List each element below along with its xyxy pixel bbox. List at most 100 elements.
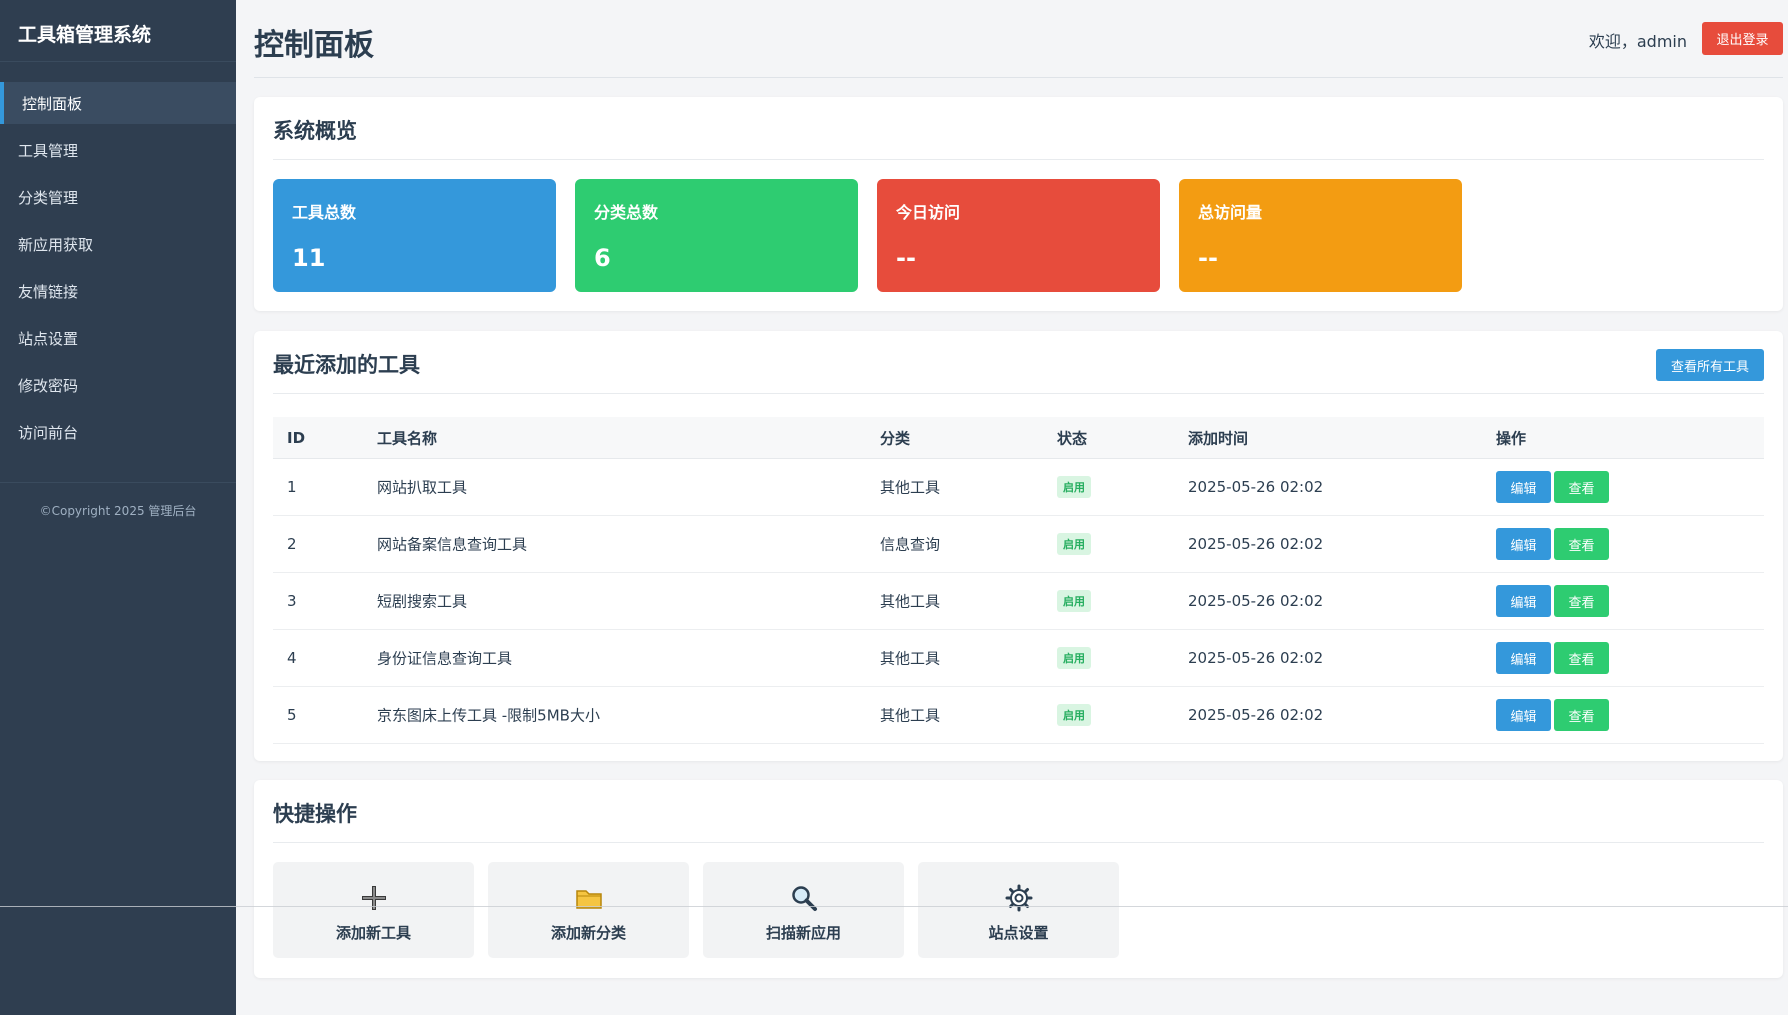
cell-category: 其他工具	[880, 649, 941, 668]
view-button[interactable]: 查看	[1554, 642, 1609, 674]
column-header-time: 添加时间	[1188, 429, 1249, 447]
sidebar-item-dashboard[interactable]: 控制面板	[0, 82, 236, 124]
recent-tools-title: 最近添加的工具	[273, 353, 420, 377]
divider	[273, 159, 1764, 160]
overview-card: 系统概览 工具总数 11 分类总数 6 今日访问 -- 总访问量 --	[254, 97, 1783, 311]
stat-category-total: 分类总数 6	[575, 179, 858, 292]
column-header-id: ID	[287, 428, 306, 447]
copyright-text: ©Copyright 2025 管理后台	[39, 504, 197, 518]
quick-action-label: 添加新分类	[550, 924, 626, 942]
edit-button[interactable]: 编辑	[1496, 585, 1551, 617]
cell-tool-name: 网站扒取工具	[377, 478, 468, 497]
cell-tool-name: 网站备案信息查询工具	[377, 535, 528, 554]
table-row: 5 京东图床上传工具 -限制5MB大小 其他工具 启用 2025-05-26 02:02…	[273, 687, 1764, 744]
cell-id: 3	[287, 592, 297, 610]
divider	[273, 842, 1764, 843]
sidebar-item-change-password[interactable]: 修改密码	[0, 364, 236, 406]
quick-actions-card: 快捷操作 添加新工具 添加新分类 扫描新应用 站点设置	[254, 780, 1783, 978]
table-row: 3 短剧搜索工具 其他工具 启用 2025-05-26 02:02 编辑 查看	[273, 573, 1764, 630]
column-header-category: 分类	[880, 429, 911, 447]
cell-status: 启用	[1057, 590, 1091, 612]
cell-added-time: 2025-05-26 02:02	[1188, 706, 1324, 724]
column-header-actions: 操作	[1496, 429, 1527, 447]
table-row: 2 网站备案信息查询工具 信息查询 启用 2025-05-26 02:02 编辑 查看	[273, 516, 1764, 573]
welcome-text: 欢迎，admin	[1588, 32, 1687, 51]
cell-added-time: 2025-05-26 02:02	[1188, 649, 1324, 667]
page-title: 控制面板	[254, 28, 374, 63]
stat-label: 分类总数	[594, 203, 659, 222]
status-badge: 启用	[1057, 533, 1091, 555]
quick-actions-title: 快捷操作	[273, 802, 357, 826]
view-button[interactable]: 查看	[1554, 471, 1609, 503]
cell-tool-name: 短剧搜索工具	[377, 592, 468, 611]
cell-category: 其他工具	[880, 706, 941, 725]
stat-total-visits: 总访问量 --	[1179, 179, 1462, 292]
cell-actions: 编辑 查看	[1496, 528, 1612, 560]
status-badge: 启用	[1057, 704, 1091, 726]
quick-add-category-button[interactable]: 添加新分类	[488, 862, 689, 958]
sidebar-item-links[interactable]: 友情链接	[0, 270, 236, 312]
divider	[273, 393, 1764, 394]
stat-today-visits: 今日访问 --	[877, 179, 1160, 292]
cell-category: 其他工具	[880, 592, 941, 611]
quick-scan-apps-button[interactable]: 扫描新应用	[703, 862, 904, 958]
view-button[interactable]: 查看	[1554, 528, 1609, 560]
edit-button[interactable]: 编辑	[1496, 699, 1551, 731]
gear-icon	[1005, 884, 1033, 912]
quick-add-tool-button[interactable]: 添加新工具	[273, 862, 474, 958]
table-header: ID 工具名称 分类 状态 添加时间 操作	[273, 417, 1764, 459]
cell-id: 5	[287, 706, 297, 724]
quick-site-settings-button[interactable]: 站点设置	[918, 862, 1119, 958]
cell-id: 1	[287, 478, 297, 496]
view-all-tools-button[interactable]: 查看所有工具	[1656, 349, 1764, 381]
page-header: 控制面板 欢迎，admin 退出登录	[254, 0, 1783, 78]
sidebar-item-site-settings[interactable]: 站点设置	[0, 317, 236, 359]
overview-title: 系统概览	[273, 119, 357, 143]
column-header-name: 工具名称	[377, 429, 438, 447]
sidebar-item-tools[interactable]: 工具管理	[0, 129, 236, 171]
sidebar-nav: 控制面板 工具管理 分类管理 新应用获取 友情链接 站点设置 修改密码 访问前台	[0, 82, 236, 453]
cell-status: 启用	[1057, 476, 1091, 498]
sidebar-item-categories[interactable]: 分类管理	[0, 176, 236, 218]
cell-tool-name: 身份证信息查询工具	[377, 649, 513, 668]
folder-icon	[575, 884, 603, 912]
cell-actions: 编辑 查看	[1496, 585, 1612, 617]
edit-button[interactable]: 编辑	[1496, 642, 1551, 674]
cell-tool-name: 京东图床上传工具 -限制5MB大小	[377, 706, 600, 725]
cell-id: 4	[287, 649, 297, 667]
cell-added-time: 2025-05-26 02:02	[1188, 592, 1324, 610]
stat-label: 今日访问	[896, 203, 961, 222]
view-button[interactable]: 查看	[1554, 585, 1609, 617]
sidebar-item-new-apps[interactable]: 新应用获取	[0, 223, 236, 265]
edit-button[interactable]: 编辑	[1496, 471, 1551, 503]
cell-category: 其他工具	[880, 478, 941, 497]
edit-button[interactable]: 编辑	[1496, 528, 1551, 560]
logout-button[interactable]: 退出登录	[1702, 22, 1783, 55]
stat-tool-total: 工具总数 11	[273, 179, 556, 292]
stat-value: 11	[292, 244, 326, 272]
sidebar-item-frontend[interactable]: 访问前台	[0, 411, 236, 453]
sidebar-divider	[0, 482, 236, 483]
cell-status: 启用	[1057, 533, 1091, 555]
recent-tools-table: ID 工具名称 分类 状态 添加时间 操作 1 网站扒取工具 其他工具 启用 2025-…	[273, 417, 1764, 744]
status-badge: 启用	[1057, 590, 1091, 612]
quick-action-label: 扫描新应用	[765, 924, 841, 942]
sidebar: 工具箱管理系统 控制面板 工具管理 分类管理 新应用获取 友情链接 站点设置 修…	[0, 0, 236, 1015]
stat-value: 6	[594, 244, 611, 272]
cell-actions: 编辑 查看	[1496, 471, 1612, 503]
stat-label: 总访问量	[1198, 203, 1263, 222]
stat-value: --	[896, 244, 916, 272]
cell-added-time: 2025-05-26 02:02	[1188, 478, 1324, 496]
cell-id: 2	[287, 535, 297, 553]
overlay-line	[0, 906, 1788, 907]
status-badge: 启用	[1057, 647, 1091, 669]
stat-label: 工具总数	[292, 203, 357, 222]
cell-status: 启用	[1057, 704, 1091, 726]
stat-value: --	[1198, 244, 1218, 272]
recent-tools-card: 最近添加的工具 查看所有工具 ID 工具名称 分类 状态 添加时间 操作 1 网站…	[254, 331, 1783, 761]
quick-action-label: 站点设置	[988, 924, 1049, 942]
status-badge: 启用	[1057, 476, 1091, 498]
view-button[interactable]: 查看	[1554, 699, 1609, 731]
table-row: 1 网站扒取工具 其他工具 启用 2025-05-26 02:02 编辑 查看	[273, 459, 1764, 516]
quick-action-label: 添加新工具	[335, 924, 411, 942]
